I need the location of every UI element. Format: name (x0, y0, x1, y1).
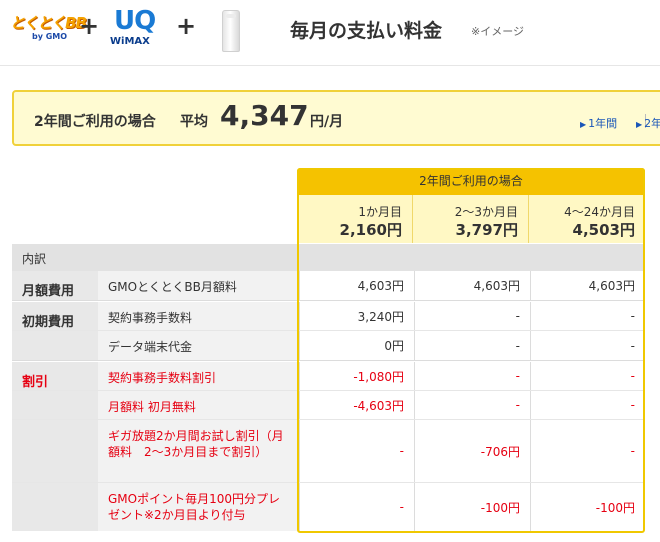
cell-month-1: -4,603円 (299, 391, 414, 419)
cell-month-4-24: 4,603円 (530, 271, 645, 300)
table-row: 割引 契約事務手数料割引 -1,080円 - - (12, 362, 645, 391)
logo-uq-text: UQ (114, 6, 156, 36)
summary-average-label: 平均 (180, 114, 208, 130)
cell-month-2-3: 4,603円 (414, 271, 530, 300)
router-device-icon (222, 10, 240, 52)
row-category: 初期費用 (12, 302, 98, 330)
plus-sign: + (176, 12, 197, 40)
row-category: 月額費用 (12, 271, 98, 300)
cell-month-2-3: - (414, 302, 530, 330)
cell-month-1: -1,080円 (299, 362, 414, 390)
column-header-month-2-3: 2〜3か月目 3,797円 (413, 195, 529, 243)
average-summary-banner: 2年間ご利用の場合 平均 4,347 円/月 ▶ 1年間 ▶ 2年 (12, 90, 660, 146)
cell-month-1: 3,240円 (299, 302, 414, 330)
cell-month-4-24: - (530, 420, 645, 482)
row-category (12, 391, 98, 419)
column-month-label: 1か月目 (358, 205, 402, 219)
summary-label: 2年間ご利用の場合 (34, 114, 156, 130)
cell-month-1: - (299, 420, 414, 482)
gmo-tokutoku-bb-logo: とくとくBB by GMO (10, 12, 87, 46)
cell-month-1: 4,603円 (299, 271, 414, 300)
table-row: GMOポイント毎月100円分プレゼント※2か月目より付与 - -100円 -10… (12, 483, 645, 531)
tab-1-year[interactable]: ▶ 1年間 (580, 115, 617, 131)
logo-tokutoku-text: とくとくBB (10, 14, 87, 32)
cell-month-1: 0円 (299, 331, 414, 360)
row-category (12, 331, 98, 360)
triangle-right-icon: ▶ (636, 120, 643, 129)
cell-month-4-24: -100円 (530, 483, 645, 531)
cell-month-4-24: - (530, 302, 645, 330)
image-note: ※イメージ (471, 25, 524, 38)
table-row: 初期費用 契約事務手数料 3,240円 - - (12, 302, 645, 331)
column-total-value: 4,503円 (572, 221, 635, 239)
cell-month-2-3: -100円 (414, 483, 530, 531)
table-row: データ端末代金 0円 - - (12, 331, 645, 361)
column-header-month-1: 1か月目 2,160円 (297, 195, 413, 243)
row-item: GMOとくとくBB月額料 (98, 271, 297, 300)
logo-wimax-text: WiMAX (110, 36, 150, 47)
table-row: ギガ放題2か月間お試し割引（月額料 2〜3か月目まで割引） - -706円 - (12, 420, 645, 483)
row-category (12, 420, 98, 482)
table-row: 月額料 初月無料 -4,603円 - - (12, 391, 645, 420)
cell-month-1: - (299, 483, 414, 531)
row-item: GMOポイント毎月100円分プレゼント※2か月目より付与 (98, 483, 297, 531)
logo-gmo-text: by GMO (32, 32, 68, 41)
row-item: 月額料 初月無料 (98, 391, 297, 419)
cell-month-4-24: - (530, 362, 645, 390)
table-row: 月額費用 GMOとくとくBB月額料 4,603円 4,603円 4,603円 (12, 271, 645, 301)
row-item: 契約事務手数料 (98, 302, 297, 330)
tab-1-year-label: 1年間 (588, 117, 618, 130)
triangle-right-icon: ▶ (580, 120, 587, 129)
column-total-value: 3,797円 (455, 221, 518, 239)
column-month-label: 4〜24か月目 (564, 205, 635, 219)
row-item: 契約事務手数料割引 (98, 362, 297, 390)
tab-2-years-label: 2年 (644, 117, 660, 130)
row-category: 割引 (12, 362, 98, 390)
cell-month-4-24: - (530, 391, 645, 419)
page-header: とくとくBB by GMO + UQ WiMAX + 毎月の支払い料金 ※イメー… (0, 0, 660, 66)
row-item: ギガ放題2か月間お試し割引（月額料 2〜3か月目まで割引） (98, 420, 297, 482)
cell-month-2-3: - (414, 331, 530, 360)
column-header-month-4-24: 4〜24か月目 4,503円 (529, 195, 645, 243)
cell-month-2-3: - (414, 362, 530, 390)
uq-wimax-logo: UQ WiMAX (106, 6, 156, 54)
column-month-label: 2〜3か月目 (454, 205, 518, 219)
row-category (12, 483, 98, 531)
plus-sign: + (79, 12, 100, 40)
cell-month-2-3: -706円 (414, 420, 530, 482)
column-total-value: 2,160円 (339, 221, 402, 239)
summary-unit: 円/月 (310, 114, 344, 130)
breakdown-header-row: 内訳 (12, 244, 645, 271)
row-item: データ端末代金 (98, 331, 297, 360)
tab-2-years[interactable]: ▶ 2年 (636, 115, 660, 131)
page-title: 毎月の支払い料金 (290, 20, 443, 42)
cell-month-4-24: - (530, 331, 645, 360)
summary-average-amount: 4,347 (220, 99, 309, 132)
column-group-header: 2年間ご利用の場合 (297, 168, 645, 195)
cell-month-2-3: - (414, 391, 530, 419)
